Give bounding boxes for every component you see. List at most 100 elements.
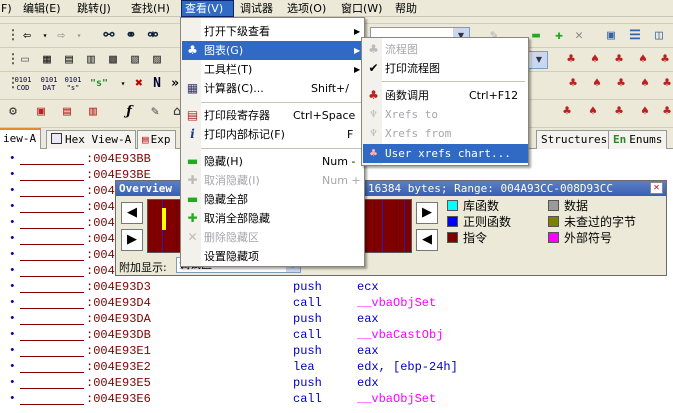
menu-item-print-flow-chart[interactable]: ✔ 打印流程图 [363,59,528,78]
menu-item-user-xrefs-chart[interactable]: ♣ User xrefs chart... [363,144,528,163]
code-mnemonic[interactable]: push [293,311,322,327]
graph-1-icon[interactable]: ♣ [562,74,584,94]
code-operand[interactable]: ecx [357,279,379,295]
code-address[interactable]: :004E93E5 [86,375,151,391]
graph-flow-icon[interactable]: ♣ [560,50,582,70]
menu-item-graphs[interactable]: ♣ 图表(G) ▶ [182,41,364,60]
code-mnemonic[interactable]: call [293,327,322,343]
chart-icon[interactable]: ▧ [124,50,146,70]
menu-item-function-calls[interactable]: ♣ 函数调用 Ctrl+F12 [363,86,528,105]
code-address[interactable]: :004E93E1 [86,343,151,359]
image-icon[interactable]: ▦ [36,50,58,70]
menu-item-unhide[interactable]: ✚ 取消隐藏(I) Num + [182,171,364,190]
string-type-button[interactable]: "s" [88,74,110,94]
code-row[interactable]: •:004E93E5 push edx [0,375,673,391]
function-icon[interactable]: ƒ [118,102,140,122]
code-operand[interactable]: eax [357,311,379,327]
code-mnemonic[interactable]: call [293,391,322,407]
graph-4-icon[interactable]: ♠ [634,74,656,94]
segment-edit-icon[interactable]: ▥ [82,102,104,122]
edit-function-icon[interactable]: ✎ [144,102,166,122]
list-icon[interactable]: ▨ [146,50,168,70]
chart-c-icon[interactable]: ♣ [608,102,630,122]
code-address[interactable]: :004E93D4 [86,295,151,311]
menu-item-xrefs-to[interactable]: ♆ Xrefs to [363,105,528,124]
code-mnemonic[interactable]: push [293,343,322,359]
code-address[interactable]: :004E93BB [86,151,151,167]
chart-d-icon[interactable]: ♠ [634,102,656,122]
scroll-left-icon[interactable]: ◀ [416,229,438,251]
graph-xref-icon[interactable]: ♣ [608,50,630,70]
code-row[interactable]: •:004E93E1 push eax [0,343,673,359]
segment-icon[interactable]: ▣ [30,102,52,122]
scroll-right-icon[interactable]: ▶ [416,202,438,224]
graph-2-icon[interactable]: ♠ [586,74,608,94]
code-address[interactable]: :004E93E6 [86,391,151,407]
code-operand[interactable]: eax [357,343,379,359]
chart-e-icon[interactable]: ♣ [656,102,673,122]
tab-exports[interactable]: ▤ Exp [137,130,176,149]
pane-icon[interactable]: ▤ [58,50,80,70]
menu-jump[interactable]: 跳转(J) [74,1,114,16]
code-address[interactable]: :004E93E2 [86,359,151,375]
binoculars-icon[interactable]: ⚯ [98,26,120,46]
segment-add-icon[interactable]: ▤ [56,102,78,122]
tab-hex-view[interactable]: Hex View-A [46,130,137,149]
data-button[interactable]: 0101 DAT [38,74,60,94]
tab-ida-view[interactable]: iew-A [0,128,42,149]
code-mnemonic[interactable]: push [293,375,322,391]
code-mnemonic[interactable]: call [293,295,322,311]
menu-debugger[interactable]: 调试器 [237,1,276,16]
code-address[interactable]: :004E93DB [86,327,151,343]
toolbar-icon[interactable]: ▥ [80,50,102,70]
chart-a-icon[interactable]: ♣ [556,102,578,122]
menu-file[interactable]: F) [0,1,15,16]
menu-item-setup-hidden[interactable]: 设置隐藏项 [182,247,364,266]
code-mnemonic[interactable]: push [293,279,322,295]
code-operand[interactable]: __vbaCastObj [357,327,443,343]
layout-cols-icon[interactable]: ◫ [648,26,670,46]
menu-item-internal-flags[interactable]: i 打印内部标记(F) F [182,125,364,144]
plus-icon[interactable]: ✚ [548,26,570,46]
menu-options[interactable]: 选项(O) [284,1,329,16]
menu-item-open-subview[interactable]: 打开下级查看 ▶ [182,22,364,41]
code-button[interactable]: 0101 COD [12,74,34,94]
tab-enums[interactable]: En Enums [608,130,668,149]
close-icon[interactable]: ✕ [650,182,663,194]
code-operand[interactable]: __vbaObjSet [357,295,436,311]
code-row[interactable]: •:004E93E2 lea edx, [ebp-24h] [0,359,673,375]
menu-item-calculator[interactable]: ▦ 计算器(C)... Shift+/ [182,79,364,98]
code-operand[interactable]: edx [357,375,379,391]
code-operand[interactable]: __vbaObjSet [357,391,436,407]
string-button[interactable]: 0101 "s" [62,74,84,94]
graph-xref-from-icon[interactable]: ♠ [632,50,654,70]
code-row[interactable]: •:004E93DB call __vbaCastObj [0,327,673,343]
scroll-right-icon[interactable]: ▶ [121,229,143,251]
code-address[interactable]: :004E93DA [86,311,151,327]
graph-user-icon[interactable]: ♣ [654,50,673,70]
menu-item-toolbars[interactable]: 工具栏(T) ▶ [182,60,364,79]
code-row[interactable]: •:004E93E6 call __vbaObjSet [0,391,673,407]
code-address[interactable]: :004E93D3 [86,279,151,295]
code-row[interactable]: •:004E93D4 call __vbaObjSet [0,295,673,311]
chart-b-icon[interactable]: ♠ [582,102,604,122]
layout-rows-icon[interactable]: ☰ [624,26,646,46]
forward-dropdown-icon[interactable]: ▾ [68,26,90,46]
menu-item-delete-hidden[interactable]: ✕ 删除隐藏区 [182,228,364,247]
code-row[interactable]: •:004E93DA push eax [0,311,673,327]
gear-icon[interactable]: ⚙ [2,102,24,122]
menu-item-flow-chart[interactable]: ♣ 流程图 [363,40,528,59]
code-mnemonic[interactable]: lea [293,359,315,375]
graph-3-icon[interactable]: ♣ [610,74,632,94]
delete-icon[interactable]: ✕ [568,26,590,46]
window-icon[interactable]: ▭ [14,50,36,70]
binoculars-next-icon[interactable]: ⚮ [142,26,164,46]
code-row[interactable]: •:004E93D3 push ecx [0,279,673,295]
binoculars-text-icon[interactable]: ⚭ [120,26,142,46]
menu-window[interactable]: 窗口(W) [338,1,385,16]
menu-view[interactable]: 查看(V) [181,0,234,17]
scroll-left-icon[interactable]: ◀ [121,202,143,224]
tab-structures[interactable]: Structures [536,130,613,149]
menu-item-hide-all[interactable]: ▬ 隐藏全部 [182,190,364,209]
menu-item-segment-registers[interactable]: ▤ 打印段寄存器 Ctrl+Space [182,106,364,125]
